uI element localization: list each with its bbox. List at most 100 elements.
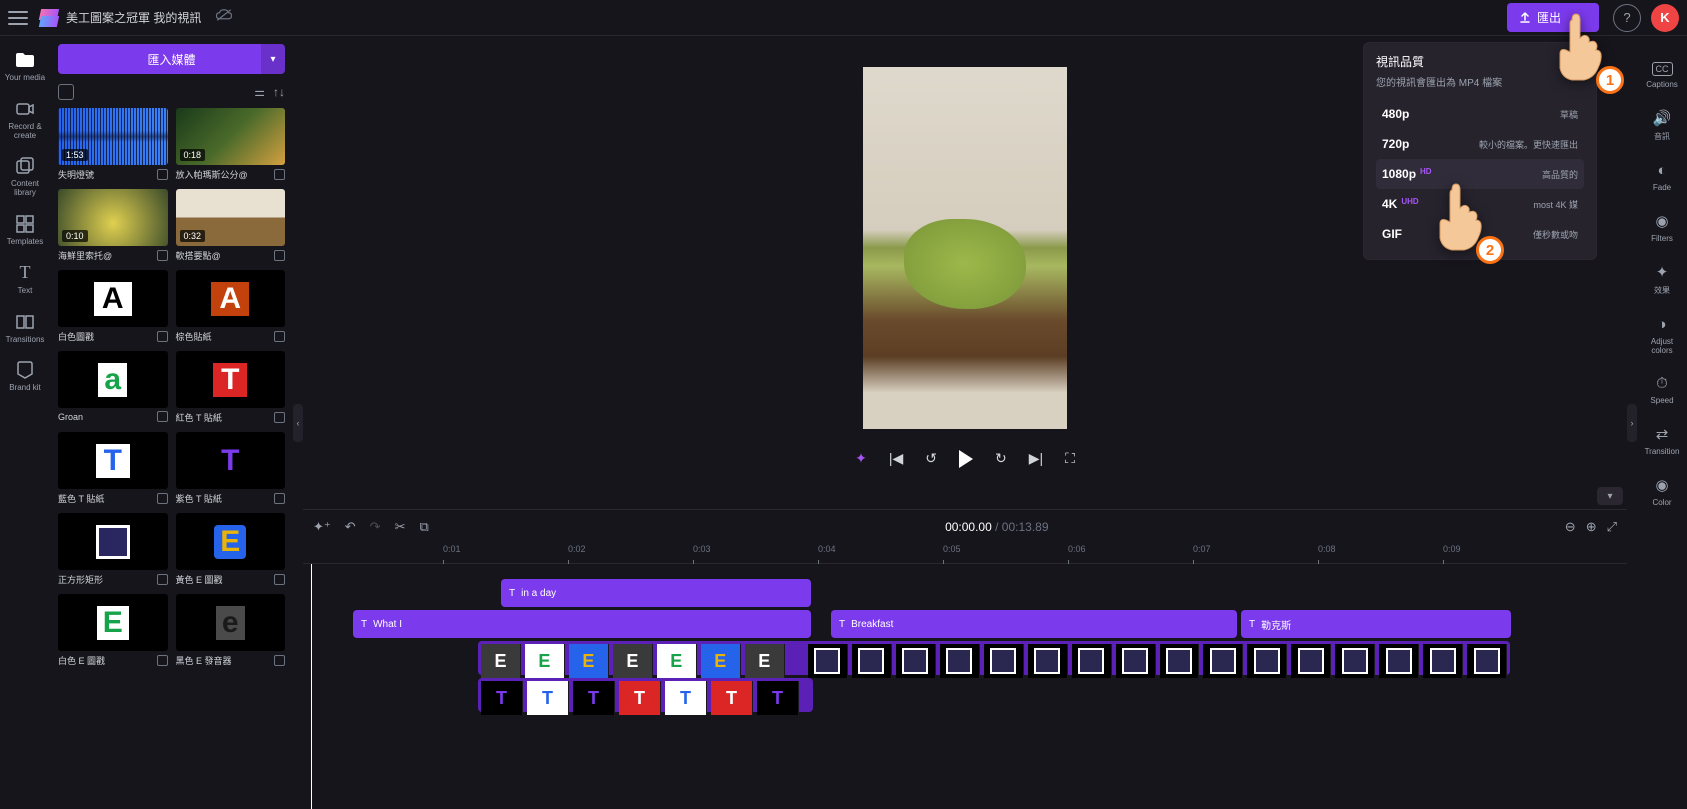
collapse-left: ‹ [293,36,303,809]
export-option-4k[interactable]: 4KUHDmost 4K 媒 [1376,189,1584,219]
menu-icon[interactable] [8,11,28,25]
skip-end-icon[interactable]: ▶| [1029,450,1043,467]
cut-icon[interactable]: ✂ [395,519,406,535]
collapse-right: › [1627,36,1637,809]
text-icon: T [15,263,35,283]
filters-icon: ◉ [1655,212,1668,230]
sidebar-transition[interactable]: ⇄Transition [1639,419,1685,462]
chevron-down-icon: ▾ [1567,12,1587,23]
play-button[interactable] [959,450,973,468]
export-dropdown: 視訊品質 您的視訊會匯出為 MP4 檔案 480p草稿 720p較小的檔案。更快… [1363,42,1597,260]
forward-icon[interactable]: ↻ [995,450,1007,467]
select-all-checkbox[interactable] [58,84,74,100]
sidebar-audio[interactable]: 🔊音訊 [1639,103,1685,148]
media-item[interactable]: E黃色 E 圖戳 [176,513,286,586]
import-media-button[interactable]: 匯入媒體 ▾ [58,44,285,74]
effects-icon: ✦ [1656,263,1669,281]
text-clip[interactable]: Tin a day [501,579,811,607]
timecode: 00:00.00 / 00:13.89 [945,520,1048,534]
text-clip[interactable]: TWhat I [353,610,811,638]
sidebar-transitions[interactable]: Transitions [2,306,48,351]
rewind-icon[interactable]: ↺ [925,450,937,467]
copy-icon[interactable]: ⧉ [419,519,428,535]
zoom-in-icon[interactable]: ⊕ [1586,519,1597,535]
undo-icon[interactable]: ↶ [345,519,356,535]
sidebar-speed[interactable]: ⏱Speed [1639,369,1685,411]
adjust-icon: ◑ [1657,316,1666,333]
export-option-gif[interactable]: GIF僅秒數或吻 [1376,219,1584,249]
collapse-right-button[interactable]: › [1627,404,1637,442]
text-clip[interactable]: TBreakfast [831,610,1237,638]
export-option-1080p[interactable]: 1080pHD高品質的 [1376,159,1584,189]
player-controls: ✦ |◀ ↺ ↻ ▶| ⛶ [855,439,1075,479]
playhead[interactable] [311,564,312,809]
transitions-icon [15,312,35,332]
media-item[interactable]: A白色圖戳 [58,270,168,343]
filter-icon[interactable]: ⚌ [254,85,265,99]
sidebar-fade[interactable]: ◐Fade [1639,156,1685,198]
media-item[interactable]: T紅色 T 貼紙 [176,351,286,424]
media-item[interactable]: T藍色 T 貼紙 [58,432,168,505]
right-sidebar: CCCaptions 🔊音訊 ◐Fade ◉Filters ✦效果 ◑Adjus… [1637,36,1687,809]
app-logo [40,9,58,27]
timeline-tracks[interactable]: Tin a day TWhat I TBreakfast T勒克斯 E E E … [303,564,1627,809]
export-button[interactable]: 匯出 ▾ [1507,3,1599,32]
cloud-sync-icon[interactable] [215,8,233,27]
sidebar-adjust[interactable]: ◑Adjust colors [1639,310,1685,361]
sidebar-color[interactable]: ◉Color [1639,470,1685,513]
text-icon: T [1249,619,1255,630]
camera-icon [15,99,35,119]
fit-icon[interactable]: ⤢ [1607,519,1617,535]
chevron-down-icon[interactable]: ▾ [261,44,285,74]
media-item[interactable]: T紫色 T 貼紙 [176,432,286,505]
media-item[interactable]: 1:53失明燈號 [58,108,168,181]
collapse-left-button[interactable]: ‹ [293,404,303,442]
sort-icon[interactable]: ↑↓ [273,85,285,99]
timeline: ✦⁺ ↶ ↷ ✂ ⧉ 00:00.00 / 00:13.89 ⊖ ⊕ ⤢ 0:0… [303,509,1627,809]
sidebar-effects[interactable]: ✦效果 [1639,257,1685,302]
topbar: 美工圖案之冠軍 我的視訊 匯出 ▾ ? K [0,0,1687,36]
media-item[interactable]: 0:18放入帕瑪斯公分@ [176,108,286,181]
media-item[interactable]: e黑色 E 發音器 [176,594,286,667]
media-item[interactable]: 正方形矩形 [58,513,168,586]
fullscreen-icon[interactable]: ⛶ [1065,450,1075,467]
video-preview[interactable] [863,67,1067,429]
magic-tool-icon[interactable]: ✦⁺ [313,519,331,535]
left-sidebar: Your media Record & create Content libra… [0,36,50,809]
project-title: 美工圖案之冠軍 我的視訊 [66,9,201,26]
user-avatar[interactable]: K [1651,4,1679,32]
sidebar-record[interactable]: Record & create [2,93,48,147]
text-clip[interactable]: T勒克斯 [1241,610,1511,638]
media-item[interactable]: 0:10海鮮里索托@ [58,189,168,262]
color-icon: ◉ [1655,476,1668,494]
captions-icon: CC [1652,62,1673,76]
sidebar-filters[interactable]: ◉Filters [1639,206,1685,249]
skip-start-icon[interactable]: |◀ [889,450,903,467]
magic-icon[interactable]: ✦ [855,450,867,467]
sidebar-brandkit[interactable]: Brand kit [2,354,48,399]
text-icon: T [361,619,367,630]
media-item[interactable]: aGroan [58,351,168,424]
timeline-ruler[interactable]: 0:01 0:02 0:03 0:04 0:05 0:06 0:07 0:08 … [303,544,1627,564]
media-item[interactable]: A棕色貼紙 [176,270,286,343]
media-item[interactable]: E白色 E 圖戳 [58,594,168,667]
sidebar-content-library[interactable]: Content library [2,150,48,204]
redo-icon[interactable]: ↷ [370,519,381,535]
upload-icon [1519,12,1531,24]
sidebar-your-media[interactable]: Your media [2,44,48,89]
sidebar-text[interactable]: T Text [2,257,48,302]
help-button[interactable]: ? [1613,4,1641,32]
folder-icon [15,50,35,70]
timeline-toolbar: ✦⁺ ↶ ↷ ✂ ⧉ 00:00.00 / 00:13.89 ⊖ ⊕ ⤢ [303,510,1627,544]
speaker-icon: 🔊 [1653,109,1672,127]
dropdown-title: 視訊品質 [1376,53,1584,70]
export-option-720p[interactable]: 720p較小的檔案。更快速匯出 [1376,129,1584,159]
brandkit-icon [15,360,35,380]
sidebar-templates[interactable]: Templates [2,208,48,253]
expand-preview-button[interactable]: ▾ [1597,487,1623,505]
export-option-480p[interactable]: 480p草稿 [1376,99,1584,129]
media-grid: 1:53失明燈號 0:18放入帕瑪斯公分@ 0:10海鮮里索托@ 0:32軟搭要… [58,108,285,667]
zoom-out-icon[interactable]: ⊖ [1565,519,1576,535]
media-item[interactable]: 0:32軟搭要點@ [176,189,286,262]
sidebar-captions[interactable]: CCCaptions [1639,56,1685,95]
